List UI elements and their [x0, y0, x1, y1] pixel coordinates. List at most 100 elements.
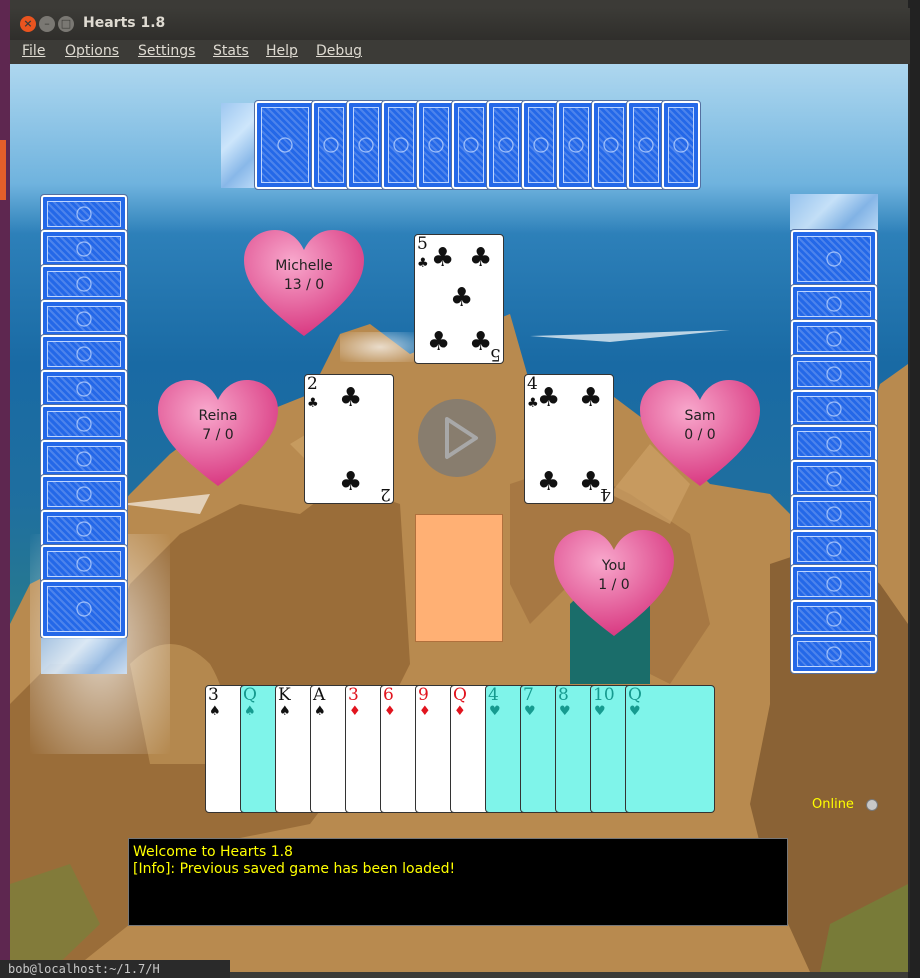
club-icon: ♣: [537, 383, 561, 413]
hand-card[interactable]: Q ♥: [625, 685, 715, 813]
player-name: Sam: [684, 408, 716, 424]
trick-card-north: 5 ♣ ♣ ♣ ♣ ♣ ♣ 5: [414, 234, 504, 364]
club-icon: ♣: [417, 256, 429, 271]
menu-file[interactable]: File: [22, 43, 45, 59]
spade-icon: ♠: [279, 704, 291, 719]
east-card-back: [790, 599, 878, 639]
player-heart-sam: Sam 0 / 0: [640, 380, 760, 488]
club-icon: ♣: [339, 383, 363, 413]
east-card-back: [790, 319, 878, 359]
club-icon: ♣: [579, 467, 603, 497]
menu-settings[interactable]: Settings: [138, 43, 195, 59]
east-card-back: [790, 459, 878, 499]
menu-debug[interactable]: Debug: [316, 43, 362, 59]
east-card-back: [790, 389, 878, 429]
west-card-back: [40, 264, 128, 304]
spade-icon: ♠: [314, 704, 326, 719]
menu-stats[interactable]: Stats: [213, 43, 249, 59]
card-rank: Q: [243, 685, 257, 705]
west-card-back: [40, 579, 128, 639]
north-card-back: [254, 100, 316, 190]
player-name: Reina: [198, 408, 238, 424]
close-window-button[interactable]: ×: [20, 16, 36, 32]
minimize-window-button[interactable]: –: [39, 16, 55, 32]
menu-help[interactable]: Help: [266, 43, 298, 59]
heart-icon: ♥: [524, 704, 536, 719]
west-card-back: [40, 509, 128, 549]
terminal-taskbar-text: bob@localhost:~/1.7/H: [0, 960, 230, 978]
east-card-back: [790, 634, 878, 674]
message-log: Welcome to Hearts 1.8 [Info]: Previous s…: [128, 838, 788, 926]
club-icon: ♣: [450, 283, 474, 313]
trick-card-west: 2 ♣ ♣ ♣ 2: [304, 374, 394, 504]
east-card-back: [790, 354, 878, 394]
trick-card-east: 4 ♣ ♣ ♣ ♣ ♣ 4: [524, 374, 614, 504]
card-rank: 2: [380, 484, 391, 504]
north-card-back: [311, 100, 351, 190]
online-label: Online: [812, 797, 854, 812]
club-icon: ♣: [537, 467, 561, 497]
online-status-indicator: [866, 799, 878, 811]
west-card-back: [40, 404, 128, 444]
west-card-back: [40, 369, 128, 409]
player-heart-reina: Reina 7 / 0: [158, 380, 278, 488]
north-card-back: [451, 100, 491, 190]
player-score: 1 / 0: [598, 577, 630, 593]
diamond-icon: ♦: [419, 704, 431, 719]
club-icon: ♣: [339, 467, 363, 497]
log-line: [Info]: Previous saved game has been loa…: [133, 861, 456, 877]
player-score: 13 / 0: [283, 277, 325, 293]
north-card-back: [416, 100, 456, 190]
north-card-back: [661, 100, 701, 190]
card-rank: 9: [418, 685, 429, 705]
maximize-window-button[interactable]: □: [58, 16, 74, 32]
west-card-back: [40, 194, 128, 234]
card-rank: 3: [208, 685, 219, 705]
player-heart-michelle: Michelle 13 / 0: [244, 230, 364, 338]
card-rank: 4: [600, 484, 611, 504]
west-card-back: [40, 474, 128, 514]
play-button[interactable]: [418, 399, 496, 477]
heart-icon: ♥: [559, 704, 571, 719]
spade-icon: ♠: [244, 704, 256, 719]
west-card-back: [40, 334, 128, 374]
north-card-back: [591, 100, 631, 190]
west-card-back: [40, 299, 128, 339]
north-card-back: [486, 100, 526, 190]
west-card-back: [40, 229, 128, 269]
diamond-icon: ♦: [454, 704, 466, 719]
east-card-back: [790, 424, 878, 464]
card-rank: 5: [490, 344, 501, 364]
north-card-back: [346, 100, 386, 190]
launcher-strip: [0, 0, 10, 978]
west-card-back: [40, 544, 128, 584]
title-bar: × – □ Hearts 1.8: [10, 8, 910, 40]
diamond-icon: ♦: [349, 704, 361, 719]
club-icon: ♣: [431, 243, 455, 273]
player-name: Michelle: [275, 258, 333, 274]
card-rank: 10: [593, 685, 615, 705]
east-card-back: [790, 564, 878, 604]
card-rank: Q: [628, 685, 642, 705]
east-deck-edge: [790, 194, 878, 230]
north-card-back: [521, 100, 561, 190]
heart-icon: ♥: [629, 704, 641, 719]
window-title: Hearts 1.8: [83, 15, 166, 31]
menu-options[interactable]: Options: [65, 43, 119, 59]
north-card-back: [556, 100, 596, 190]
west-card-back: [40, 439, 128, 479]
east-card-back: [790, 284, 878, 324]
spade-icon: ♠: [209, 704, 221, 719]
card-rank: Q: [453, 685, 467, 705]
card-rank: K: [278, 685, 291, 705]
club-icon: ♣: [307, 396, 319, 411]
heart-icon: ♥: [489, 704, 501, 719]
north-card-back: [381, 100, 421, 190]
club-icon: ♣: [579, 383, 603, 413]
club-icon: ♣: [469, 243, 493, 273]
card-rank: 8: [558, 685, 569, 705]
east-card-back: [790, 529, 878, 569]
east-card-back: [790, 229, 878, 289]
hearts-window: × – □ Hearts 1.8 File Options Settings S…: [10, 8, 910, 972]
player-name: You: [601, 558, 627, 574]
